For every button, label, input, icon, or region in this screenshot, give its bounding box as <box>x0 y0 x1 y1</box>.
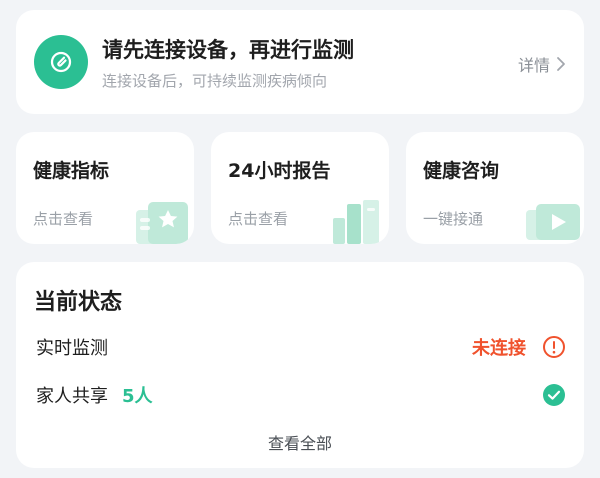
detail-link[interactable]: 详情 <box>518 52 566 76</box>
connect-device-card[interactable]: 请先连接设备，再进行监测 连接设备后，可持续监测疾病倾向 详情 <box>16 10 584 114</box>
chevron-right-icon <box>557 57 565 71</box>
connect-title: 请先连接设备，再进行监测 <box>102 38 354 62</box>
share-count: 5人 <box>122 386 153 407</box>
status-card: 当前状态 实时监测 未连接 家人共享 5人 查看全部 <box>16 262 584 468</box>
health-indicators-card[interactable]: 健康指标 点击查看 <box>16 132 194 244</box>
feature-title: 健康指标 <box>33 160 110 182</box>
check-circle-icon <box>543 384 565 406</box>
paperclip-icon <box>34 35 88 89</box>
status-title: 当前状态 <box>34 290 123 315</box>
view-all-link[interactable]: 查看全部 <box>16 430 584 454</box>
feature-subtitle: 点击查看 <box>228 210 289 228</box>
family-share-row[interactable]: 家人共享 5人 <box>36 380 566 410</box>
feature-subtitle: 一键接通 <box>423 210 484 228</box>
feature-subtitle: 点击查看 <box>33 210 94 228</box>
status-text: 未连接 <box>472 338 526 359</box>
daily-report-card[interactable]: 24小时报告 点击查看 <box>211 132 389 244</box>
feature-title: 24小时报告 <box>228 160 331 182</box>
star-card-icon <box>136 202 188 244</box>
play-card-icon <box>526 204 580 240</box>
connect-subtitle: 连接设备后，可持续监测疾病倾向 <box>102 72 328 90</box>
report-bars-icon <box>333 200 379 244</box>
feature-title: 健康咨询 <box>423 160 500 182</box>
row-label: 实时监测 <box>36 338 108 359</box>
row-label: 家人共享 <box>36 386 108 407</box>
warning-circle-icon <box>543 336 565 358</box>
detail-label: 详情 <box>517 56 550 75</box>
realtime-monitor-row[interactable]: 实时监测 未连接 <box>36 332 566 362</box>
health-consult-card[interactable]: 健康咨询 一键接通 <box>406 132 584 244</box>
